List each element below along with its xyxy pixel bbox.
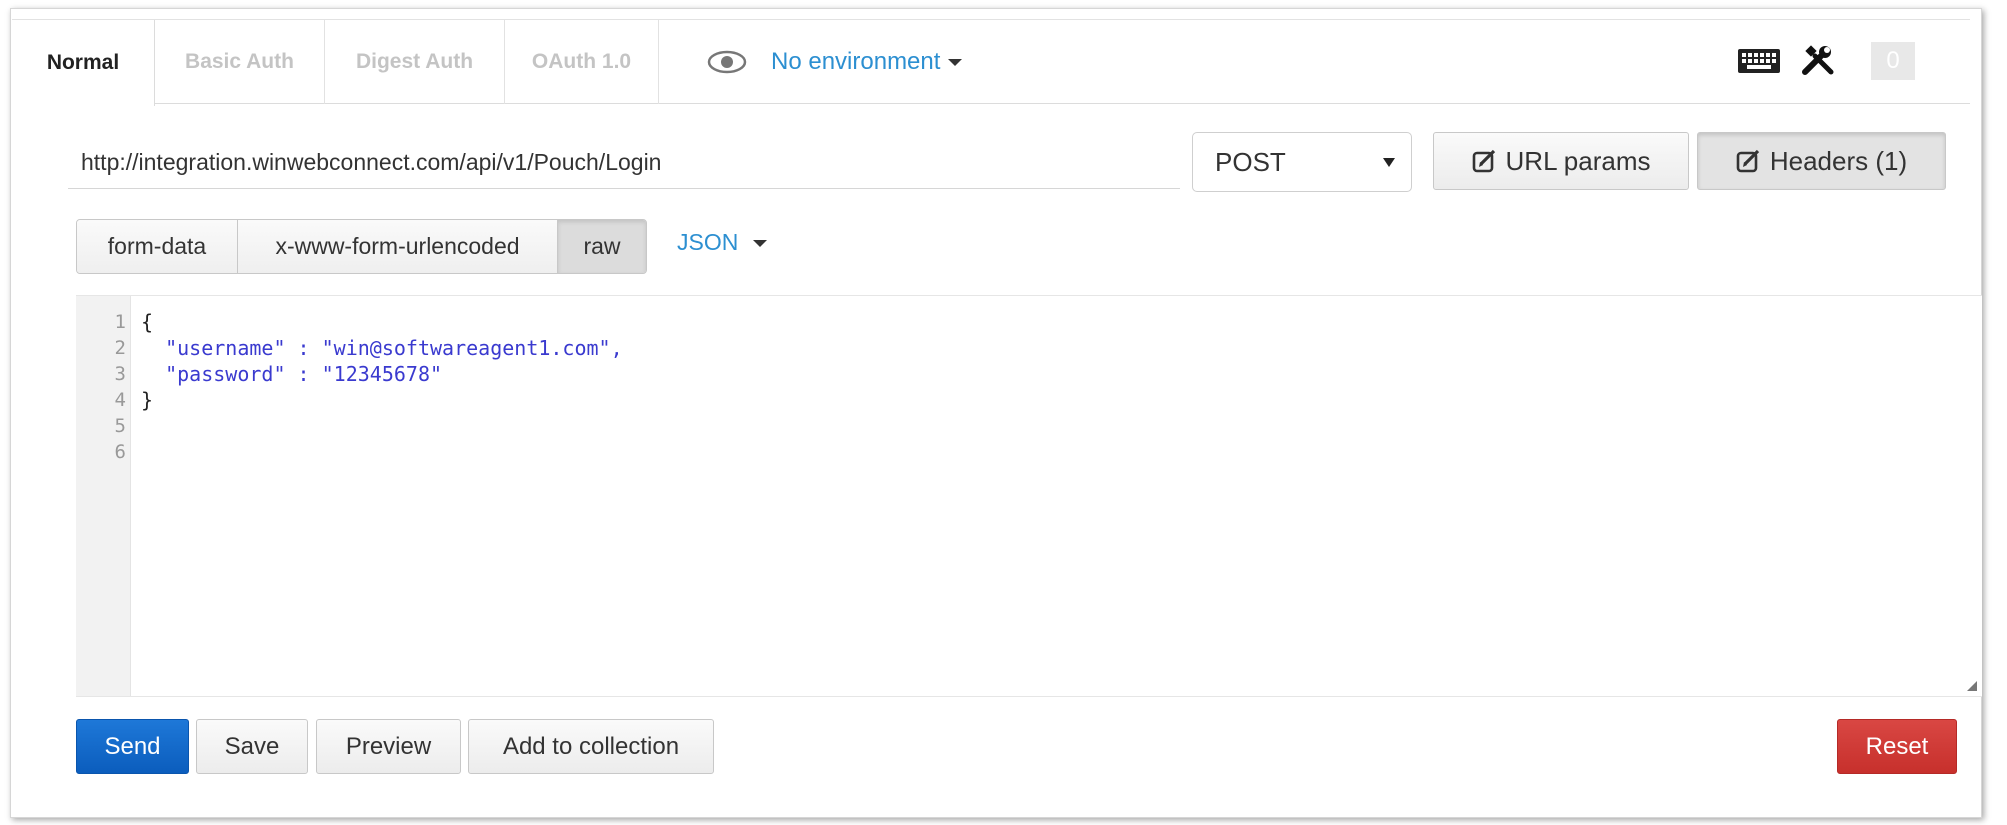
eye-icon xyxy=(707,50,747,74)
reset-button[interactable]: Reset xyxy=(1837,719,1957,774)
line-number: 3 xyxy=(114,363,126,385)
edit-icon xyxy=(1472,149,1495,173)
add-to-collection-button[interactable]: Add to collection xyxy=(468,719,714,774)
url-params-button[interactable]: URL params xyxy=(1433,132,1689,190)
tab-digest-auth[interactable]: Digest Auth xyxy=(325,20,505,104)
environment-selector[interactable]: No environment xyxy=(707,20,963,104)
body-language-label: JSON xyxy=(677,229,739,255)
tools-icon[interactable] xyxy=(1801,44,1835,78)
tab-basic-auth[interactable]: Basic Auth xyxy=(155,20,325,104)
body-language-selector[interactable]: JSON xyxy=(677,229,767,256)
method-label: POST xyxy=(1215,146,1286,177)
url-params-label: URL params xyxy=(1505,145,1651,176)
method-select[interactable]: POST xyxy=(1192,132,1412,192)
body-type-raw[interactable]: raw xyxy=(558,220,646,273)
environment-label: No environment xyxy=(771,48,941,75)
code-line: } xyxy=(141,388,154,412)
body-type-form-data[interactable]: form-data xyxy=(77,220,238,273)
chevron-down-icon xyxy=(1383,158,1395,167)
auth-tab-bar: Normal Basic Auth Digest Auth OAuth 1.0 … xyxy=(12,19,1970,106)
line-number: 2 xyxy=(114,337,126,359)
send-button[interactable]: Send xyxy=(76,719,189,774)
body-type-selector: form-data x-www-form-urlencoded raw xyxy=(76,219,647,274)
headers-label: Headers (1) xyxy=(1769,145,1908,176)
chevron-down-icon xyxy=(752,240,767,248)
line-number: 5 xyxy=(114,415,126,437)
save-button[interactable]: Save xyxy=(196,719,308,774)
line-number: 1 xyxy=(114,311,126,333)
line-number: 4 xyxy=(114,389,126,411)
edit-icon xyxy=(1736,149,1759,173)
resize-handle-icon[interactable] xyxy=(1967,681,1977,691)
url-input[interactable] xyxy=(68,137,1180,189)
line-number: 6 xyxy=(114,441,126,463)
code-line: "password" : "12345678" xyxy=(141,362,443,386)
code-line: { xyxy=(141,310,154,334)
code-editor[interactable]: 1 2 3 4 5 6 { "username" : "win@software… xyxy=(76,295,1982,697)
tab-oauth[interactable]: OAuth 1.0 xyxy=(505,20,659,104)
keyboard-icon[interactable] xyxy=(1737,46,1781,76)
body-type-urlencoded[interactable]: x-www-form-urlencoded xyxy=(238,220,558,273)
tab-normal[interactable]: Normal xyxy=(12,20,155,106)
chevron-down-icon xyxy=(948,58,963,66)
headers-button[interactable]: Headers (1) xyxy=(1697,132,1946,190)
preview-button[interactable]: Preview xyxy=(316,719,461,774)
counter-badge[interactable]: 0 xyxy=(1871,42,1915,80)
code-line: "username" : "win@softwareagent1.com", xyxy=(141,336,623,360)
